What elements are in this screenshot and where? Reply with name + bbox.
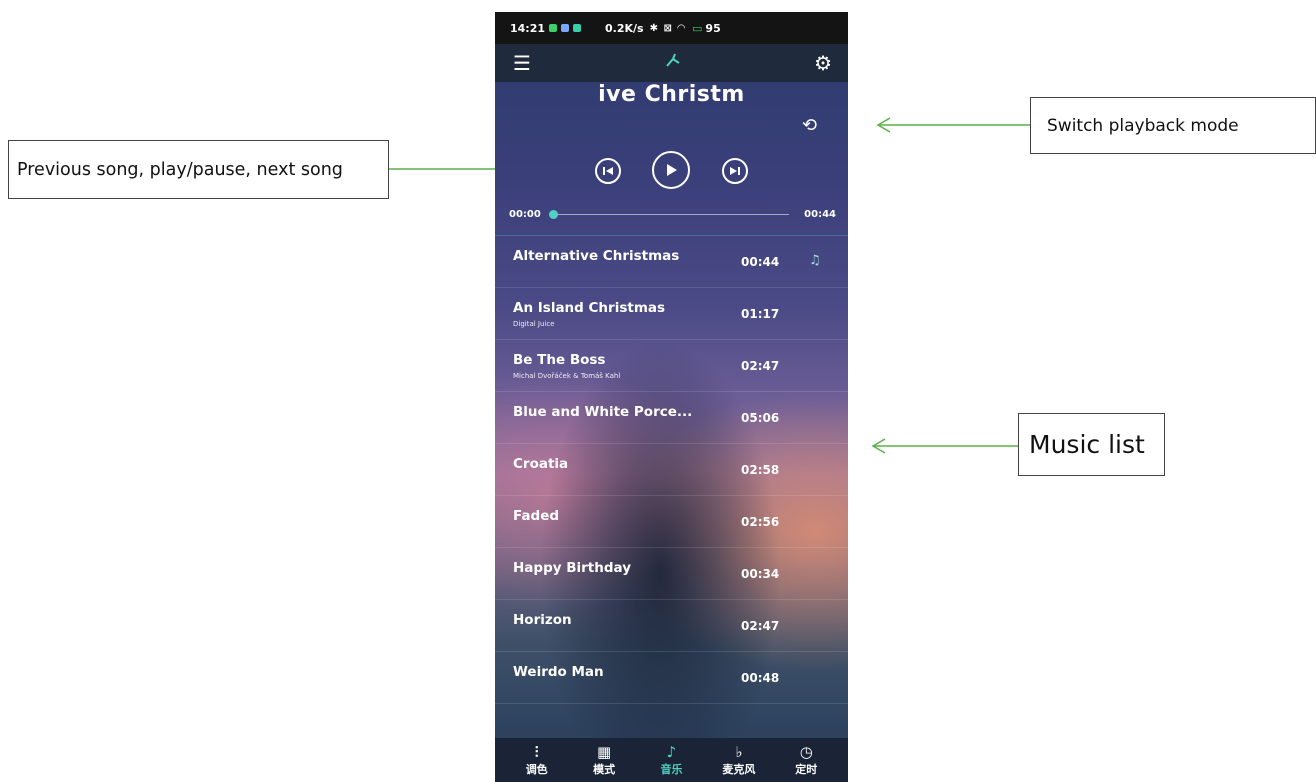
song-row[interactable]: Happy Birthday 00:34 [495, 548, 848, 600]
callout-mode-text: Switch playback mode [1047, 115, 1239, 136]
battery-level: 95 [705, 21, 721, 35]
song-title: Weirdo Man [513, 664, 604, 680]
song-title: Blue and White Porce... [513, 404, 693, 420]
song-duration: 02:56 [741, 515, 780, 529]
song-duration: 00:44 [741, 255, 780, 269]
callout-playback-controls: Previous song, play/pause, next song [8, 140, 389, 199]
status-network-speed: 0.2K/s [605, 21, 644, 35]
song-row[interactable]: Alternative Christmas 00:44 ♫ [495, 236, 848, 288]
music-note-icon [663, 51, 683, 75]
callout-music-list: Music list [1018, 413, 1165, 476]
nav-label: 音乐 [660, 763, 683, 776]
nav-label: 调色 [525, 763, 548, 776]
song-title: Alternative Christmas [513, 248, 680, 264]
nav-item-sliders[interactable]: ⫶ 调色 [511, 743, 563, 777]
status-time: 14:21 [510, 21, 546, 35]
song-duration: 02:58 [741, 463, 780, 477]
status-system-icons: ✱ ⊠ ◠ [649, 22, 687, 34]
song-title: An Island Christmas [513, 300, 666, 316]
music-list: Alternative Christmas 00:44 ♫ An Island Chr… [495, 236, 848, 704]
callout-controls-text: Previous song, play/pause, next song [17, 159, 343, 180]
elapsed-time: 00:00 [509, 209, 541, 220]
app-notification-icon [573, 24, 582, 32]
app-notification-icon [549, 24, 558, 32]
song-duration: 05:06 [741, 411, 780, 425]
repeat-mode-icon[interactable]: ⟲ [802, 115, 817, 136]
nav-label: 麦克风 [722, 763, 756, 776]
song-title: Croatia [513, 456, 569, 472]
nav-item-microphone[interactable]: ♭ 麦克风 [713, 743, 765, 777]
song-duration: 01:17 [741, 307, 780, 321]
nav-item-grid[interactable]: ▦ 模式 [578, 743, 630, 777]
play-icon [667, 164, 677, 176]
next-icon [730, 167, 740, 175]
arrow-list-head [871, 438, 886, 454]
previous-song-button[interactable] [595, 158, 621, 184]
app-notification-icon [561, 24, 570, 32]
song-duration: 02:47 [741, 619, 780, 633]
song-title: Faded [513, 508, 560, 524]
song-title: Horizon [513, 612, 572, 628]
song-row[interactable]: Weirdo Man 00:48 [495, 652, 848, 704]
song-duration: 02:47 [741, 359, 780, 373]
settings-gear-icon[interactable]: ⚙ [814, 53, 832, 73]
microphone-icon: ♭ [735, 743, 743, 761]
nav-item-timer[interactable]: ◷ 定时 [780, 743, 832, 777]
nav-label: 模式 [593, 763, 616, 776]
now-playing-indicator-icon: ♫ [809, 253, 821, 268]
play-pause-button[interactable] [652, 151, 690, 189]
timer-icon: ◷ [799, 743, 813, 761]
grid-icon: ▦ [596, 743, 612, 761]
song-row[interactable]: Faded 02:56 [495, 496, 848, 548]
music-note-icon-shape [665, 53, 680, 67]
status-bar: 14:21 0.2K/s ✱ ⊠ ◠ ▭ 95 [495, 12, 848, 44]
song-duration: 00:34 [741, 567, 780, 581]
song-artist: Michal Dvořáček & Tomáš Kahl [513, 372, 621, 380]
previous-icon [603, 167, 613, 175]
song-row[interactable]: Blue and White Porce... 05:06 [495, 392, 848, 444]
song-artist: Digital Juice [513, 320, 555, 328]
total-time: 00:44 [804, 209, 836, 220]
sliders-icon: ⫶ [534, 743, 539, 761]
battery-icon: ▭ [692, 21, 703, 35]
bottom-nav: ⫶ 调色 ▦ 模式 ♪ 音乐 ♭ 麦克风 ◷ 定时 [495, 738, 848, 782]
song-row[interactable]: Croatia 02:58 [495, 444, 848, 496]
app-header: ☰ ⚙ [495, 44, 848, 82]
progress-knob[interactable] [549, 210, 558, 219]
music-icon: ♪ [666, 743, 677, 761]
song-row[interactable]: Be The Boss Michal Dvořáček & Tomáš Kahl 0… [495, 340, 848, 392]
nav-label: 定时 [795, 763, 818, 776]
song-row[interactable]: An Island Christmas Digital Juice 01:17 [495, 288, 848, 340]
song-title: Happy Birthday [513, 560, 632, 576]
song-duration: 00:48 [741, 671, 780, 685]
next-song-button[interactable] [722, 158, 748, 184]
song-title: Be The Boss [513, 352, 606, 368]
menu-list-icon[interactable]: ☰ [513, 53, 531, 73]
song-row[interactable]: Horizon 02:47 [495, 600, 848, 652]
callout-playback-mode: Switch playback mode [1030, 97, 1316, 154]
now-playing-title: ive Christm [598, 82, 745, 107]
nav-item-music[interactable]: ♪ 音乐 [645, 743, 697, 777]
arrow-mode-head [876, 117, 891, 133]
callout-list-text: Music list [1029, 430, 1145, 459]
progress-slider[interactable] [549, 210, 789, 219]
phone-screen: 14:21 0.2K/s ✱ ⊠ ◠ ▭ 95 ☰ ⚙ ive Christm … [495, 12, 848, 782]
